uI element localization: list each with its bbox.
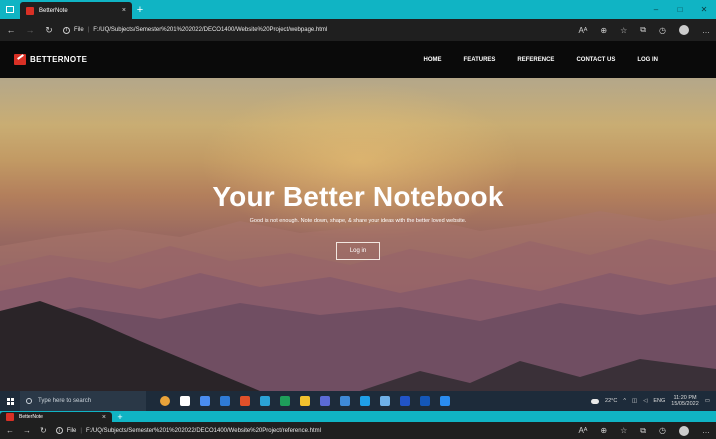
- window-controls: – □ ✕: [644, 0, 716, 19]
- new-tab-button[interactable]: +: [112, 412, 128, 422]
- notifications-icon[interactable]: ▭: [705, 398, 710, 404]
- url-text: F:/UQ/Subjects/Semester%201%202022/DECO1…: [93, 27, 328, 33]
- windows-logo-icon: [6, 397, 14, 405]
- nav-contact-us[interactable]: CONTACT US: [576, 57, 615, 63]
- nav-log-in[interactable]: LOG IN: [637, 57, 658, 63]
- main-nav: HOME FEATURES REFERENCE CONTACT US LOG I…: [424, 57, 658, 63]
- extensions-icon[interactable]: ⊕: [600, 26, 607, 35]
- start-button[interactable]: [0, 397, 20, 405]
- betternote-favicon-icon: [6, 413, 14, 421]
- collections-icon[interactable]: ⧉: [640, 426, 646, 436]
- taskbar-app-icon[interactable]: [400, 396, 410, 406]
- temperature[interactable]: 22°C: [605, 398, 617, 404]
- taskbar-app-icon[interactable]: [280, 396, 290, 406]
- brand-name: BETTERNOTE: [30, 55, 88, 64]
- back-icon[interactable]: ←: [6, 426, 14, 435]
- more-menu-icon[interactable]: …: [702, 26, 710, 35]
- nav-features[interactable]: FEATURES: [464, 57, 496, 63]
- hero-section: Your Better Notebook Good is not enough.…: [0, 181, 716, 260]
- url-text: F:/UQ/Subjects/Semester%201%202022/DECO1…: [85, 427, 321, 434]
- taskbar-app-icon[interactable]: [200, 396, 210, 406]
- file-label: File: [66, 427, 77, 434]
- read-aloud-icon[interactable]: Aᴬ: [578, 426, 587, 435]
- tab-close-icon[interactable]: ×: [122, 7, 126, 14]
- taskbar-app-icon[interactable]: [340, 396, 350, 406]
- hero-title: Your Better Notebook: [212, 181, 504, 212]
- language-indicator[interactable]: ENG: [653, 398, 665, 404]
- taskbar-app-icon[interactable]: [160, 396, 170, 406]
- minimize-button[interactable]: –: [644, 5, 668, 14]
- search-icon: [26, 398, 32, 404]
- refresh-icon[interactable]: ↻: [44, 25, 54, 36]
- profile-avatar[interactable]: [679, 25, 689, 35]
- second-browser-tab-bar: BetterNote × +: [0, 411, 716, 422]
- clock-date: 15/05/2022: [671, 401, 699, 407]
- hero-login-button[interactable]: Log in: [336, 242, 380, 260]
- site-navbar: BETTERNOTE HOME FEATURES REFERENCE CONTA…: [0, 41, 716, 78]
- tray-chevron-icon[interactable]: ^: [623, 398, 626, 404]
- browser-toolbar: Aᴬ ⊕ ☆ ⧉ ◷ …: [578, 425, 710, 436]
- url-field[interactable]: i File | F:/UQ/Subjects/Semester%201%202…: [63, 26, 569, 34]
- more-menu-icon[interactable]: …: [702, 426, 710, 435]
- forward-icon[interactable]: →: [25, 25, 35, 35]
- weather-icon[interactable]: [591, 398, 600, 404]
- history-icon[interactable]: ◷: [659, 26, 666, 35]
- url-separator: |: [87, 27, 90, 33]
- info-icon[interactable]: i: [63, 26, 70, 34]
- favorite-star-icon[interactable]: ☆: [620, 26, 627, 35]
- refresh-icon[interactable]: ↻: [40, 426, 47, 435]
- nav-reference[interactable]: REFERENCE: [517, 57, 554, 63]
- url-separator: |: [80, 427, 82, 434]
- search-placeholder: Type here to search: [38, 398, 92, 404]
- pinned-apps: [160, 396, 450, 406]
- betternote-favicon-icon: [26, 6, 34, 15]
- network-icon[interactable]: ◫: [632, 398, 637, 404]
- file-label: File: [74, 27, 84, 33]
- read-aloud-icon[interactable]: Aᴬ: [578, 26, 587, 35]
- taskbar-app-icon[interactable]: [320, 396, 330, 406]
- address-bar: ← → ↻ i File | F:/UQ/Subjects/Semester%2…: [0, 19, 716, 41]
- window-menu-icon[interactable]: [0, 0, 20, 19]
- tab-title: BetterNote: [19, 414, 43, 420]
- windows-taskbar: Type here to search 22°C ^ ◫ ◁ ENG 11:20…: [0, 391, 716, 411]
- volume-icon[interactable]: ◁: [643, 398, 647, 404]
- favorite-star-icon[interactable]: ☆: [620, 426, 627, 435]
- website-viewport: BETTERNOTE HOME FEATURES REFERENCE CONTA…: [0, 41, 716, 391]
- nav-home[interactable]: HOME: [424, 57, 442, 63]
- taskbar-app-icon[interactable]: [260, 396, 270, 406]
- second-address-bar: ← → ↻ i File | F:/UQ/Subjects/Semester%2…: [0, 422, 716, 439]
- clock[interactable]: 11:20 PM 15/05/2022: [671, 395, 699, 407]
- taskbar-app-icon[interactable]: [360, 396, 370, 406]
- history-icon[interactable]: ◷: [659, 426, 666, 435]
- close-window-button[interactable]: ✕: [692, 5, 716, 14]
- taskbar-app-icon[interactable]: [440, 396, 450, 406]
- taskbar-app-icon[interactable]: [180, 396, 190, 406]
- second-browser-tab[interactable]: BetterNote ×: [0, 412, 112, 422]
- taskbar-app-icon[interactable]: [220, 396, 230, 406]
- taskbar-app-icon[interactable]: [300, 396, 310, 406]
- system-tray: 22°C ^ ◫ ◁ ENG 11:20 PM 15/05/2022 ▭: [591, 395, 716, 407]
- taskbar-app-icon[interactable]: [240, 396, 250, 406]
- notebook-pen-icon: [14, 54, 26, 65]
- profile-avatar[interactable]: [679, 425, 689, 436]
- brand-logo[interactable]: BETTERNOTE: [14, 54, 87, 65]
- extensions-icon[interactable]: ⊕: [600, 426, 607, 435]
- url-field[interactable]: i File | F:/UQ/Subjects/Semester%201%202…: [55, 427, 570, 434]
- maximize-button[interactable]: □: [668, 5, 692, 14]
- tab-close-icon[interactable]: ×: [102, 414, 106, 421]
- back-icon[interactable]: ←: [6, 25, 16, 35]
- browser-tab-bar: BetterNote × + – □ ✕: [0, 0, 716, 19]
- new-tab-button[interactable]: +: [132, 2, 148, 19]
- tab-title: BetterNote: [39, 7, 68, 14]
- forward-icon[interactable]: →: [23, 426, 31, 435]
- hero-subtitle: Good is not enough. Note down, shape, & …: [249, 218, 467, 224]
- collections-icon[interactable]: ⧉: [640, 25, 646, 35]
- taskbar-search[interactable]: Type here to search: [20, 391, 146, 411]
- browser-tab[interactable]: BetterNote ×: [20, 2, 132, 19]
- taskbar-app-icon[interactable]: [420, 396, 430, 406]
- info-icon[interactable]: i: [55, 427, 63, 434]
- taskbar-app-icon[interactable]: [380, 396, 390, 406]
- browser-toolbar: Aᴬ ⊕ ☆ ⧉ ◷ …: [578, 25, 710, 35]
